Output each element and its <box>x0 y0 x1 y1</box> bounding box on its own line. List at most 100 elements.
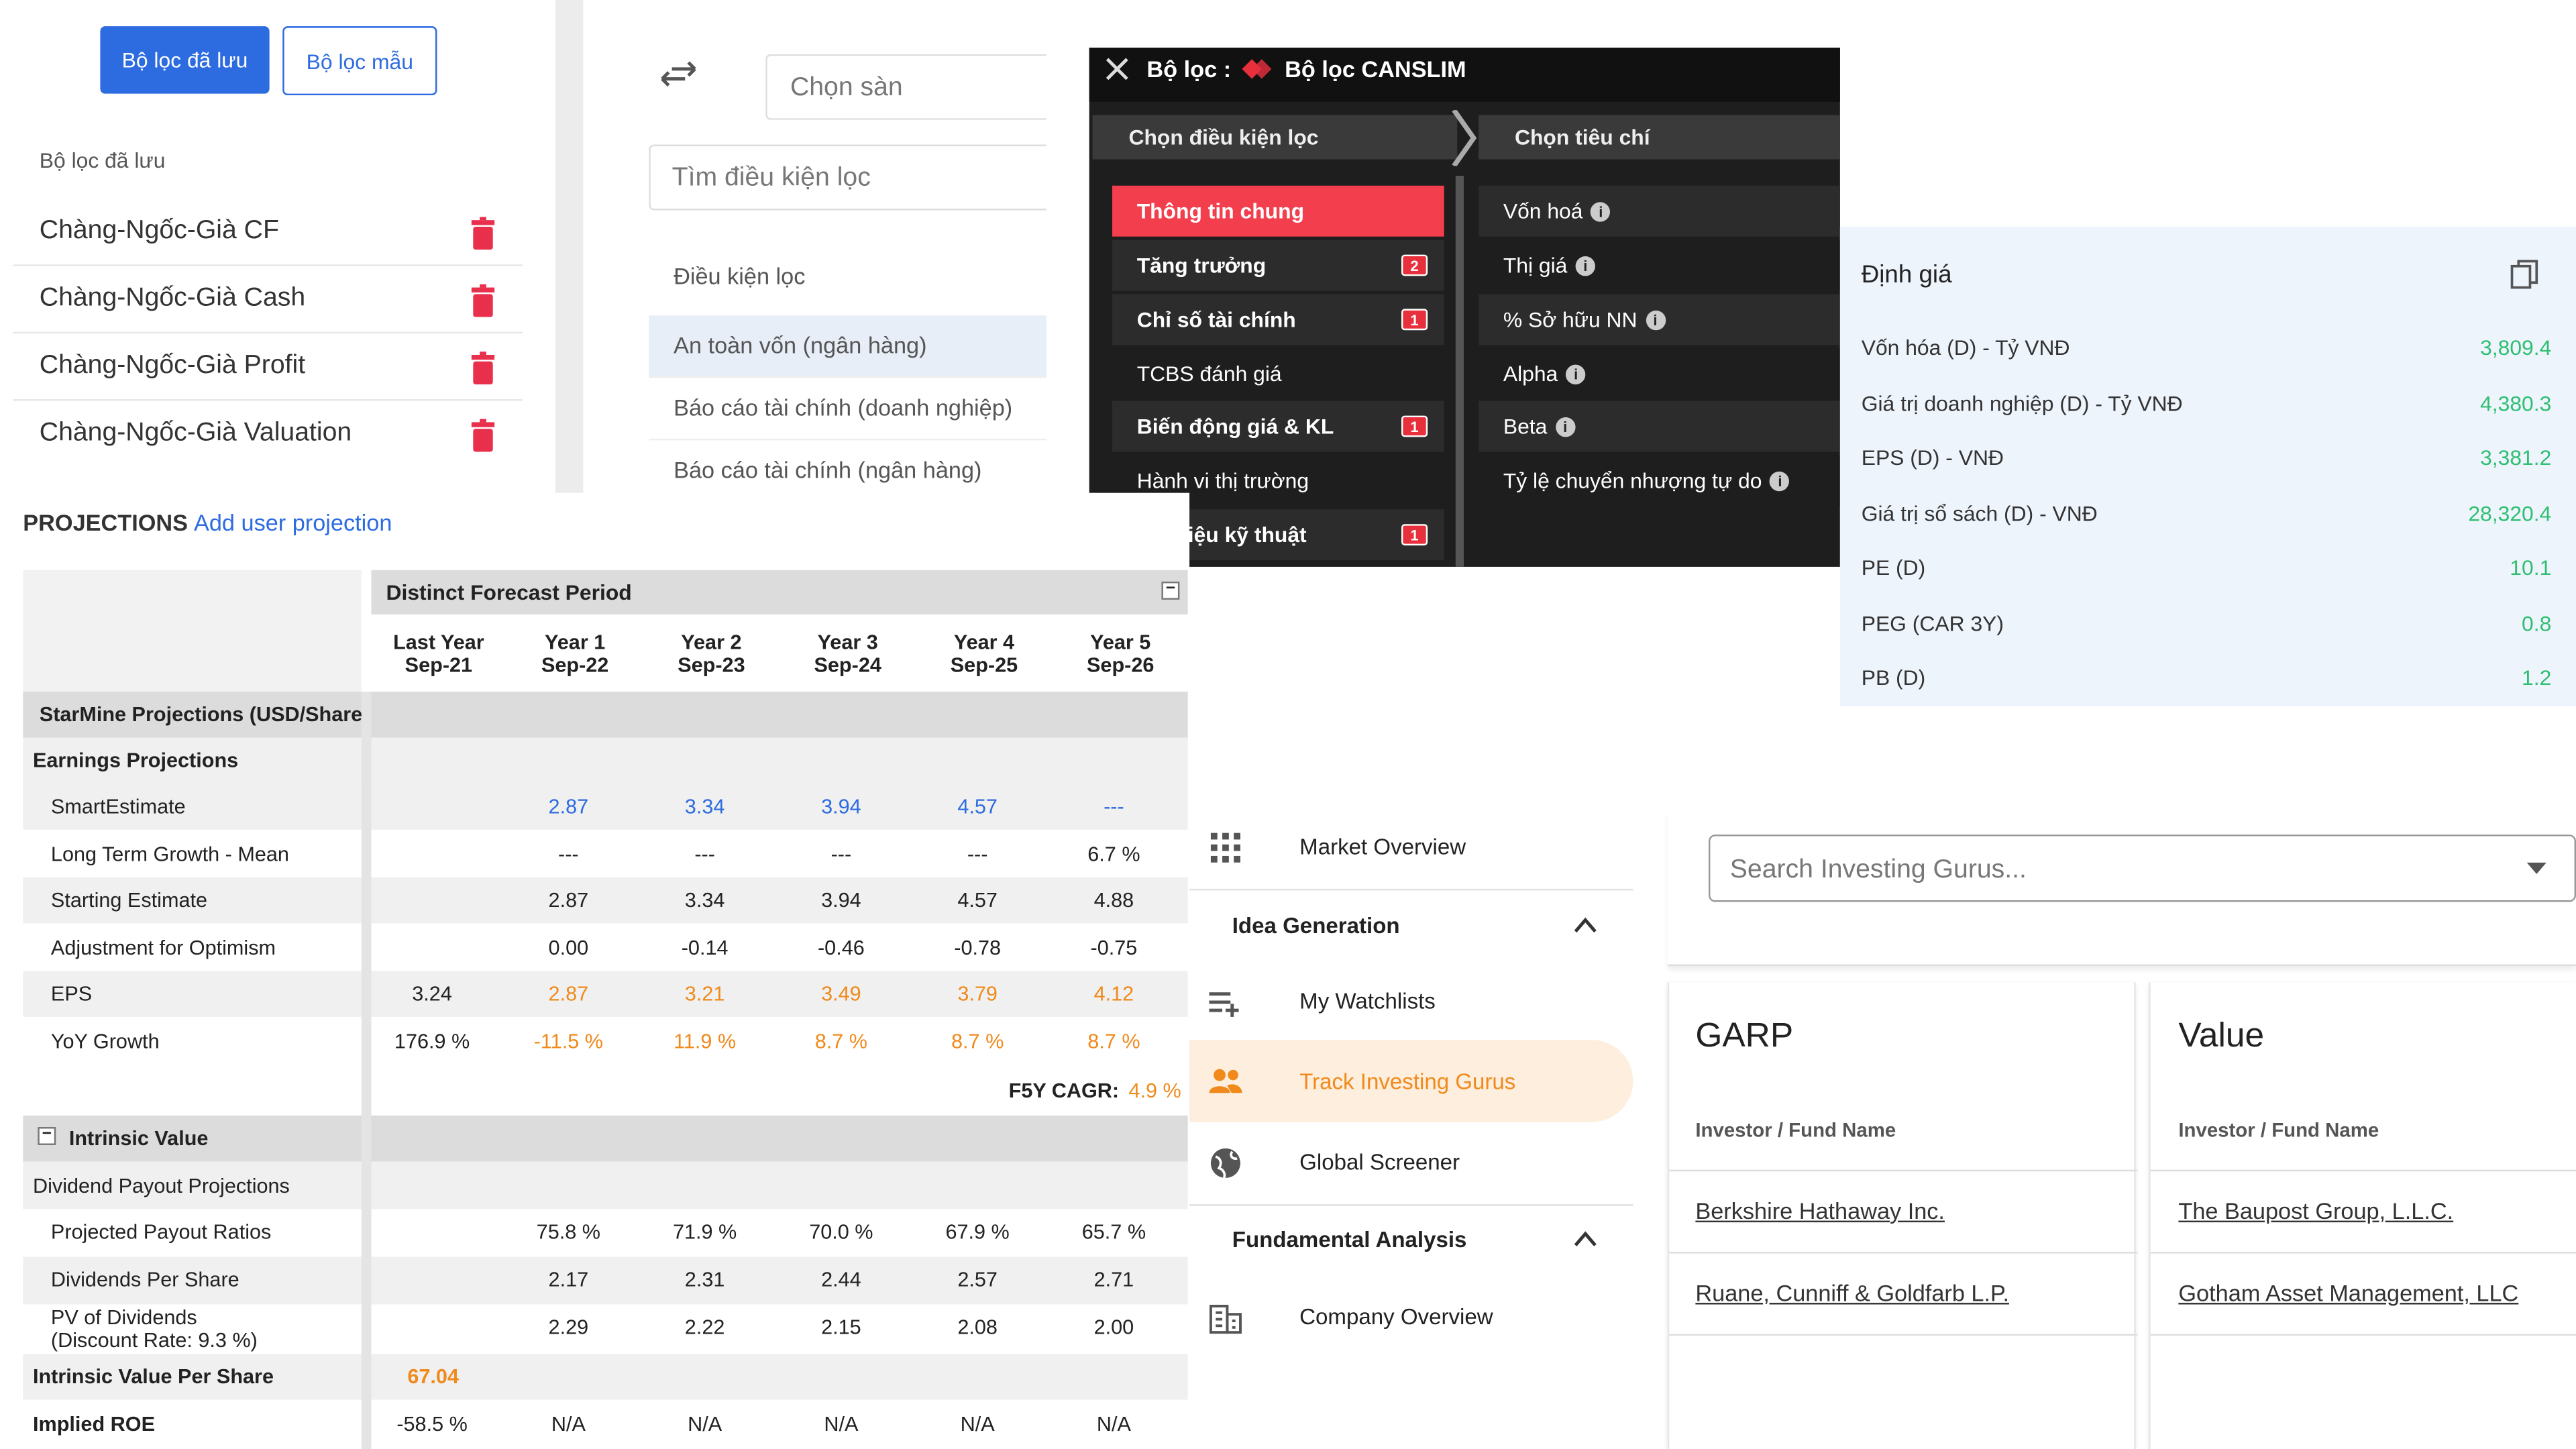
globe-icon <box>1210 1148 1240 1179</box>
projection-cell: 3.49 <box>821 982 861 1006</box>
criteria-market-cap[interactable]: Vốn hoá i <box>1479 185 1840 237</box>
criteria-alpha[interactable]: Alpha i <box>1479 348 1840 400</box>
info-icon[interactable]: i <box>1566 364 1586 385</box>
filter-search-input[interactable]: Tìm điều kiện lọc <box>649 144 1047 211</box>
cagr-label: F5Y CAGR: <box>1008 1079 1120 1103</box>
condition-general-info[interactable]: Thông tin chung <box>1112 185 1444 237</box>
projection-cell: 11.9 % <box>674 1029 737 1053</box>
condition-label: Tăng trưởng <box>1136 253 1267 278</box>
valuation-value: 0.8 <box>2522 611 2552 636</box>
valuation-label: PE (D) <box>1861 555 1926 580</box>
canslim-header: Bộ lọc : Bộ lọc CANSLIM <box>1089 48 1840 102</box>
dropdown-arrow-icon[interactable] <box>2526 862 2546 874</box>
chevron-up-icon[interactable] <box>1574 1230 1597 1246</box>
criteria-foreign-ownership[interactable]: % Sở hữu NN i <box>1479 294 1840 345</box>
trash-icon[interactable] <box>470 284 496 317</box>
canslim-title-prefix: Bộ lọc : <box>1146 56 1232 83</box>
nav-global-screener[interactable]: Global Screener <box>1189 1124 1633 1199</box>
saved-filters-button[interactable]: Bộ lọc đã lưu <box>100 26 270 94</box>
projection-cell: 4.12 <box>1093 982 1134 1006</box>
template-filters-button[interactable]: Bộ lọc mẫu <box>282 26 437 96</box>
row-label: EPS <box>23 971 362 1017</box>
condition-growth[interactable]: Tăng trưởng 2 <box>1112 239 1444 291</box>
info-icon[interactable]: i <box>1591 202 1611 222</box>
nav-track-investing-gurus[interactable]: Track Investing Gurus <box>1189 1040 1633 1122</box>
valuation-value: 3,809.4 <box>2480 335 2552 360</box>
saved-filters-label: Bộ lọc đã lưu <box>39 148 166 173</box>
search-card: Search Investing Gurus... <box>1667 813 2576 967</box>
earnings-section-header: Earnings Projections <box>23 737 1188 784</box>
chevron-up-icon[interactable] <box>1574 917 1597 933</box>
ivps-value: 67.04 <box>407 1365 459 1389</box>
condition-tcbs-rating[interactable]: TCBS đánh giá <box>1112 348 1444 400</box>
add-user-projection-link[interactable]: Add user projection <box>194 509 392 535</box>
valuation-value: 1.2 <box>2522 665 2552 690</box>
dividend-cell: 67.9 % <box>945 1220 1010 1244</box>
dividend-cell: 2.08 <box>957 1316 998 1339</box>
criteria-free-float[interactable]: Tỷ lệ chuyển nhượng tự do i <box>1479 455 1840 506</box>
projection-cell: --- <box>694 842 715 865</box>
info-icon[interactable]: i <box>1575 256 1596 276</box>
info-icon[interactable]: i <box>1770 471 1790 492</box>
chevron-right-icon <box>1452 110 1477 166</box>
projection-cell: 176.9 % <box>394 1029 470 1053</box>
info-icon[interactable]: i <box>1645 310 1666 331</box>
fund-link[interactable]: Ruane, Cunniff & Goldfarb L.P. <box>1695 1280 2009 1306</box>
collapse-icon[interactable]: − <box>38 1126 56 1145</box>
nav-market-overview[interactable]: Market Overview <box>1189 808 1633 884</box>
fund-link[interactable]: Berkshire Hathaway Inc. <box>1695 1197 1945 1224</box>
swap-arrows-icon[interactable] <box>659 59 698 89</box>
filter-condition-item[interactable]: Báo cáo tài chính (doanh nghiệp) <box>649 378 1047 441</box>
saved-filter-item[interactable]: Chàng-Ngốc-Già CF <box>13 201 523 266</box>
trash-icon[interactable] <box>470 217 496 250</box>
filter-condition-item[interactable]: An toàn vốn (ngân hàng) <box>649 315 1047 378</box>
row-label-line: Projected Payout Ratios <box>50 1220 272 1244</box>
projection-row: SmartEstimate 2.87 3.34 3.94 4.57 --- <box>23 784 1188 830</box>
filter-search-panel: Chọn sàn Tìm điều kiện lọc Điều kiện lọc… <box>583 0 1047 503</box>
column-scrollbar[interactable] <box>1455 176 1464 567</box>
nav-section-idea-generation[interactable]: Idea Generation <box>1189 887 1633 963</box>
nav-company-overview[interactable]: Company Overview <box>1189 1278 1633 1354</box>
row-label-line: Dividends Per Share <box>50 1268 239 1291</box>
fund-link[interactable]: The Baupost Group, L.L.C. <box>2178 1197 2453 1224</box>
projection-cell: --- <box>967 842 988 865</box>
exchange-select[interactable]: Chọn sàn <box>765 54 1047 120</box>
intrinsic-value-row: Intrinsic Value Per Share 67.04 <box>23 1353 1188 1400</box>
building-icon <box>1209 1304 1242 1334</box>
trash-icon[interactable] <box>470 352 496 385</box>
criteria-beta[interactable]: Beta i <box>1479 400 1840 452</box>
count-badge: 1 <box>1401 524 1428 546</box>
projection-cell: 3.34 <box>684 888 725 912</box>
intrinsic-section-label: Intrinsic Value <box>68 1127 209 1150</box>
column-header: Year 3 Sep-24 <box>814 631 881 677</box>
info-icon[interactable]: i <box>1555 417 1575 437</box>
projection-cell: 3.79 <box>957 982 998 1006</box>
nav-section-fundamental-analysis[interactable]: Fundamental Analysis <box>1189 1204 1633 1280</box>
condition-price-volume[interactable]: Biến động giá & KL 1 <box>1112 400 1444 452</box>
saved-filter-item[interactable]: Chàng-Ngốc-Già Profit <box>13 335 523 401</box>
investing-gurus-panel: Search Investing Gurus... GARP Investor … <box>1646 813 2576 1449</box>
nav-label: Company Overview <box>1299 1304 1493 1330</box>
saved-filter-name: Chàng-Ngốc-Già Cash <box>39 284 306 313</box>
criteria-label: Beta <box>1503 414 1548 439</box>
projection-cell: -0.75 <box>1090 935 1138 959</box>
saved-filter-item[interactable]: Chàng-Ngốc-Già Valuation <box>13 402 523 468</box>
trash-icon[interactable] <box>470 419 496 452</box>
roe-cell: -58.5 % <box>396 1413 468 1436</box>
copy-icon[interactable] <box>2510 260 2538 289</box>
saved-filter-item[interactable]: Chàng-Ngốc-Già Cash <box>13 268 523 334</box>
projection-cell: 8.7 % <box>1087 1029 1140 1053</box>
criteria-price[interactable]: Thị giá i <box>1479 239 1840 291</box>
projection-cell: 8.7 % <box>951 1029 1004 1053</box>
condition-financial-ratios[interactable]: Chỉ số tài chính 1 <box>1112 294 1444 345</box>
fund-link[interactable]: Gotham Asset Management, LLC <box>2178 1280 2518 1306</box>
collapse-icon[interactable]: − <box>1161 581 1180 600</box>
scrollbar[interactable] <box>555 0 584 503</box>
guru-search-input[interactable]: Search Investing Gurus... <box>1708 835 2576 902</box>
saved-filter-name: Chàng-Ngốc-Già CF <box>39 217 279 245</box>
valuation-value: 28,320.4 <box>2468 500 2552 526</box>
valuation-row: EPS (D) - VNĐ 3,381.2 <box>1862 445 2552 478</box>
projection-cell: 4.57 <box>957 795 998 818</box>
close-icon[interactable] <box>1106 58 1128 80</box>
nav-my-watchlists[interactable]: My Watchlists <box>1189 963 1633 1038</box>
